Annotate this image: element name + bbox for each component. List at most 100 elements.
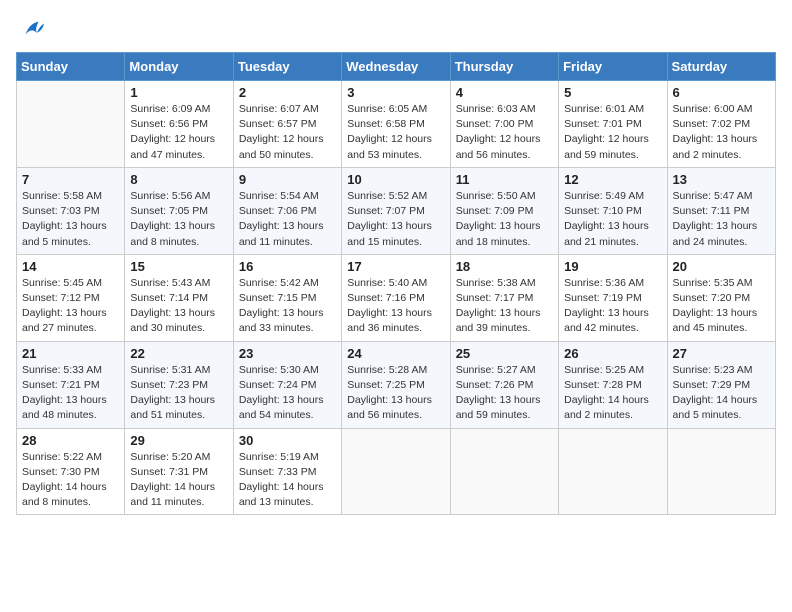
calendar-cell: 11 Sunrise: 5:50 AMSunset: 7:09 PMDayligh… [450, 167, 558, 254]
day-info: Sunrise: 5:38 AMSunset: 7:17 PMDaylight:… [456, 276, 553, 337]
calendar-cell: 2 Sunrise: 6:07 AMSunset: 6:57 PMDaylight… [233, 81, 341, 168]
day-number: 12 [564, 172, 661, 187]
calendar-week-row: 14Sunrise: 5:45 AMSunset: 7:12 PMDayligh… [17, 254, 776, 341]
calendar-cell: 22Sunrise: 5:31 AMSunset: 7:23 PMDayligh… [125, 341, 233, 428]
day-info: Sunrise: 6:05 AMSunset: 6:58 PMDaylight:… [347, 102, 444, 163]
day-info: Sunrise: 5:35 AMSunset: 7:20 PMDaylight:… [673, 276, 770, 337]
day-info: Sunrise: 5:40 AMSunset: 7:16 PMDaylight:… [347, 276, 444, 337]
day-number: 5 [564, 85, 661, 100]
day-info: Sunrise: 5:47 AMSunset: 7:11 PMDaylight:… [673, 189, 770, 250]
calendar-cell: 9Sunrise: 5:54 AMSunset: 7:06 PMDaylight… [233, 167, 341, 254]
calendar-cell: 25 Sunrise: 5:27 AMSunset: 7:26 PMDayligh… [450, 341, 558, 428]
day-info: Sunrise: 5:20 AMSunset: 7:31 PMDaylight:… [130, 450, 227, 511]
day-info: Sunrise: 5:50 AMSunset: 7:09 PMDaylight:… [456, 189, 553, 250]
day-number: 27 [673, 346, 770, 361]
day-number: 1 [130, 85, 227, 100]
day-info: Sunrise: 5:25 AMSunset: 7:28 PMDaylight:… [564, 363, 661, 424]
calendar-cell: 30Sunrise: 5:19 AMSunset: 7:33 PMDayligh… [233, 428, 341, 515]
calendar-week-row: 7 Sunrise: 5:58 AMSunset: 7:03 PMDaylight… [17, 167, 776, 254]
calendar-cell: 24 Sunrise: 5:28 AMSunset: 7:25 PMDayligh… [342, 341, 450, 428]
day-number: 23 [239, 346, 336, 361]
calendar-cell [17, 81, 125, 168]
day-number: 20 [673, 259, 770, 274]
day-info: Sunrise: 6:09 AMSunset: 6:56 PMDaylight:… [130, 102, 227, 163]
day-number: 24 [347, 346, 444, 361]
header-tuesday: Tuesday [233, 53, 341, 81]
day-info: Sunrise: 5:49 AMSunset: 7:10 PMDaylight:… [564, 189, 661, 250]
day-number: 3 [347, 85, 444, 100]
day-info: Sunrise: 5:45 AMSunset: 7:12 PMDaylight:… [22, 276, 119, 337]
calendar-cell: 20 Sunrise: 5:35 AMSunset: 7:20 PMDayligh… [667, 254, 775, 341]
day-number: 21 [22, 346, 119, 361]
day-info: Sunrise: 6:03 AMSunset: 7:00 PMDaylight:… [456, 102, 553, 163]
day-info: Sunrise: 5:27 AMSunset: 7:26 PMDaylight:… [456, 363, 553, 424]
calendar-cell: 13 Sunrise: 5:47 AMSunset: 7:11 PMDayligh… [667, 167, 775, 254]
calendar-cell: 19Sunrise: 5:36 AMSunset: 7:19 PMDayligh… [559, 254, 667, 341]
calendar-cell: 27 Sunrise: 5:23 AMSunset: 7:29 PMDayligh… [667, 341, 775, 428]
calendar-cell [450, 428, 558, 515]
day-number: 25 [456, 346, 553, 361]
day-info: Sunrise: 5:33 AMSunset: 7:21 PMDaylight:… [22, 363, 119, 424]
calendar-cell: 23 Sunrise: 5:30 AMSunset: 7:24 PMDayligh… [233, 341, 341, 428]
day-info: Sunrise: 5:54 AMSunset: 7:06 PMDaylight:… [239, 189, 336, 250]
day-info: Sunrise: 6:00 AMSunset: 7:02 PMDaylight:… [673, 102, 770, 163]
calendar-cell [342, 428, 450, 515]
calendar-week-row: 1 Sunrise: 6:09 AMSunset: 6:56 PMDaylight… [17, 81, 776, 168]
day-info: Sunrise: 6:07 AMSunset: 6:57 PMDaylight:… [239, 102, 336, 163]
header-wednesday: Wednesday [342, 53, 450, 81]
day-number: 2 [239, 85, 336, 100]
day-info: Sunrise: 5:43 AMSunset: 7:14 PMDaylight:… [130, 276, 227, 337]
day-number: 13 [673, 172, 770, 187]
header-friday: Friday [559, 53, 667, 81]
header-sunday: Sunday [17, 53, 125, 81]
day-info: Sunrise: 5:52 AMSunset: 7:07 PMDaylight:… [347, 189, 444, 250]
day-info: Sunrise: 5:30 AMSunset: 7:24 PMDaylight:… [239, 363, 336, 424]
calendar-cell: 15 Sunrise: 5:43 AMSunset: 7:14 PMDayligh… [125, 254, 233, 341]
calendar-cell: 29 Sunrise: 5:20 AMSunset: 7:31 PMDayligh… [125, 428, 233, 515]
calendar-cell: 5 Sunrise: 6:01 AMSunset: 7:01 PMDaylight… [559, 81, 667, 168]
day-info: Sunrise: 5:23 AMSunset: 7:29 PMDaylight:… [673, 363, 770, 424]
calendar-week-row: 21 Sunrise: 5:33 AMSunset: 7:21 PMDayligh… [17, 341, 776, 428]
day-number: 18 [456, 259, 553, 274]
calendar-cell: 1 Sunrise: 6:09 AMSunset: 6:56 PMDaylight… [125, 81, 233, 168]
day-info: Sunrise: 5:56 AMSunset: 7:05 PMDaylight:… [130, 189, 227, 250]
calendar-cell: 16 Sunrise: 5:42 AMSunset: 7:15 PMDayligh… [233, 254, 341, 341]
day-info: Sunrise: 5:58 AMSunset: 7:03 PMDaylight:… [22, 189, 119, 250]
calendar-cell: 17 Sunrise: 5:40 AMSunset: 7:16 PMDayligh… [342, 254, 450, 341]
day-number: 19 [564, 259, 661, 274]
day-info: Sunrise: 6:01 AMSunset: 7:01 PMDaylight:… [564, 102, 661, 163]
calendar-cell: 10 Sunrise: 5:52 AMSunset: 7:07 PMDayligh… [342, 167, 450, 254]
calendar-cell: 21 Sunrise: 5:33 AMSunset: 7:21 PMDayligh… [17, 341, 125, 428]
day-info: Sunrise: 5:42 AMSunset: 7:15 PMDaylight:… [239, 276, 336, 337]
calendar-cell: 18 Sunrise: 5:38 AMSunset: 7:17 PMDayligh… [450, 254, 558, 341]
day-info: Sunrise: 5:28 AMSunset: 7:25 PMDaylight:… [347, 363, 444, 424]
calendar-table: SundayMondayTuesdayWednesdayThursdayFrid… [16, 52, 776, 515]
calendar-cell: 7 Sunrise: 5:58 AMSunset: 7:03 PMDaylight… [17, 167, 125, 254]
logo-bird-icon [18, 16, 46, 44]
calendar-cell: 12 Sunrise: 5:49 AMSunset: 7:10 PMDayligh… [559, 167, 667, 254]
day-number: 6 [673, 85, 770, 100]
day-number: 26 [564, 346, 661, 361]
day-number: 16 [239, 259, 336, 274]
calendar-cell: 8 Sunrise: 5:56 AMSunset: 7:05 PMDaylight… [125, 167, 233, 254]
day-number: 15 [130, 259, 227, 274]
day-number: 8 [130, 172, 227, 187]
day-number: 10 [347, 172, 444, 187]
page-header [16, 16, 776, 44]
calendar-cell: 28Sunrise: 5:22 AMSunset: 7:30 PMDayligh… [17, 428, 125, 515]
calendar-cell: 14Sunrise: 5:45 AMSunset: 7:12 PMDayligh… [17, 254, 125, 341]
day-number: 7 [22, 172, 119, 187]
calendar-cell [559, 428, 667, 515]
day-number: 11 [456, 172, 553, 187]
header-monday: Monday [125, 53, 233, 81]
calendar-cell: 3 Sunrise: 6:05 AMSunset: 6:58 PMDaylight… [342, 81, 450, 168]
calendar-cell: 26 Sunrise: 5:25 AMSunset: 7:28 PMDayligh… [559, 341, 667, 428]
day-number: 17 [347, 259, 444, 274]
calendar-header-row: SundayMondayTuesdayWednesdayThursdayFrid… [17, 53, 776, 81]
day-number: 22 [130, 346, 227, 361]
calendar-cell: 4Sunrise: 6:03 AMSunset: 7:00 PMDaylight… [450, 81, 558, 168]
day-number: 28 [22, 433, 119, 448]
calendar-cell: 6 Sunrise: 6:00 AMSunset: 7:02 PMDaylight… [667, 81, 775, 168]
day-number: 29 [130, 433, 227, 448]
day-info: Sunrise: 5:19 AMSunset: 7:33 PMDaylight:… [239, 450, 336, 511]
